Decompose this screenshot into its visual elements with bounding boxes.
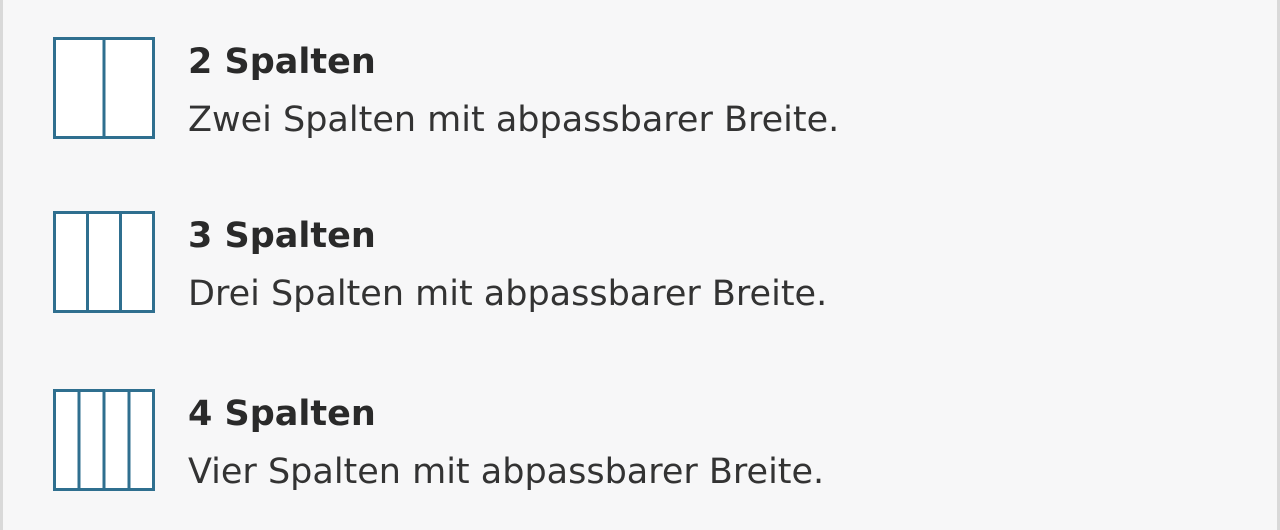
option-title: 4 Spalten	[188, 394, 376, 434]
four-columns-icon	[53, 389, 155, 491]
option-title: 3 Spalten	[188, 216, 376, 256]
column-layout-panel: 2 Spalten Zwei Spalten mit abpassbarer B…	[0, 0, 1280, 530]
option-description: Vier Spalten mit abpassbarer Breite.	[188, 452, 825, 492]
layout-option-3-columns[interactable]: 3 Spalten Drei Spalten mit abpassbarer B…	[53, 211, 1233, 315]
three-columns-icon	[53, 211, 155, 313]
layout-option-4-columns[interactable]: 4 Spalten Vier Spalten mit abpassbarer B…	[53, 389, 1233, 493]
two-columns-icon	[53, 37, 155, 139]
option-description: Zwei Spalten mit abpassbarer Breite.	[188, 100, 840, 140]
option-description: Drei Spalten mit abpassbarer Breite.	[188, 274, 828, 314]
layout-option-2-columns[interactable]: 2 Spalten Zwei Spalten mit abpassbarer B…	[53, 37, 1233, 141]
option-title: 2 Spalten	[188, 42, 376, 82]
